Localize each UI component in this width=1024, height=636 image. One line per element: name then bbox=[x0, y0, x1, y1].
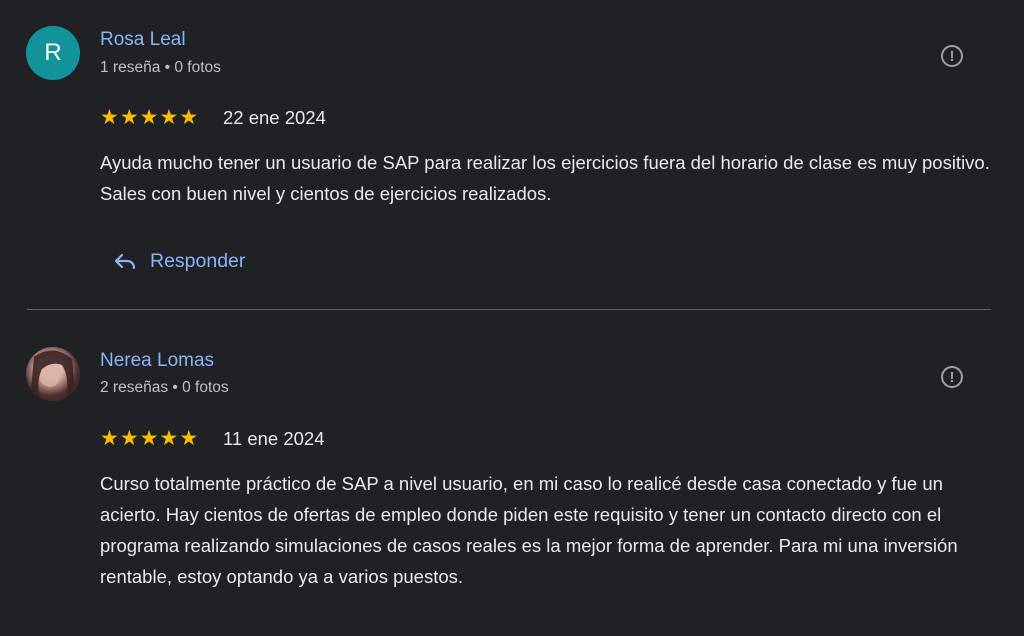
review-text: Ayuda mucho tener un usuario de SAP para… bbox=[100, 152, 990, 204]
star-icon: ★ bbox=[139, 427, 159, 450]
star-icon: ★ bbox=[100, 427, 119, 450]
star-icon: ★ bbox=[100, 106, 119, 129]
reviewer-meta: 1 reseña • 0 fotos bbox=[100, 59, 221, 76]
star-icon: ★ bbox=[179, 427, 199, 450]
report-flag-icon[interactable]: ! bbox=[941, 45, 963, 67]
star-icon: ★ bbox=[139, 106, 159, 129]
star-rating: ★ ★ ★ ★ ★ bbox=[100, 107, 198, 128]
review-card: Nerea Lomas 2 reseñas • 0 fotos ! ★ ★ ★ … bbox=[0, 310, 1024, 636]
reviewer-name[interactable]: Rosa Leal bbox=[100, 29, 186, 51]
star-icon: ★ bbox=[159, 427, 179, 450]
star-icon: ★ bbox=[159, 106, 179, 129]
avatar[interactable]: R bbox=[26, 26, 80, 80]
review-date: 11 ene 2024 bbox=[223, 428, 325, 449]
star-icon: ★ bbox=[119, 106, 139, 129]
star-rating: ★ ★ ★ ★ ★ bbox=[100, 428, 198, 449]
star-icon: ★ bbox=[119, 427, 139, 450]
reviewer-meta: 2 reseñas • 0 fotos bbox=[100, 379, 229, 396]
reply-arrow-icon bbox=[114, 253, 136, 271]
avatar-letter: R bbox=[44, 39, 62, 66]
review-date: 22 ene 2024 bbox=[223, 107, 326, 128]
reply-button[interactable]: Responder bbox=[114, 250, 245, 273]
report-flag-icon[interactable]: ! bbox=[941, 366, 963, 388]
review-text: Curso totalmente práctico de SAP a nivel… bbox=[100, 473, 958, 587]
star-icon: ★ bbox=[179, 106, 199, 129]
review-card: R Rosa Leal 1 reseña • 0 fotos ! ★ ★ ★ ★… bbox=[0, 0, 1024, 309]
reply-label: Responder bbox=[150, 250, 246, 272]
avatar[interactable] bbox=[26, 347, 80, 401]
avatar-photo-icon bbox=[30, 350, 76, 401]
reviewer-name[interactable]: Nerea Lomas bbox=[100, 350, 214, 372]
